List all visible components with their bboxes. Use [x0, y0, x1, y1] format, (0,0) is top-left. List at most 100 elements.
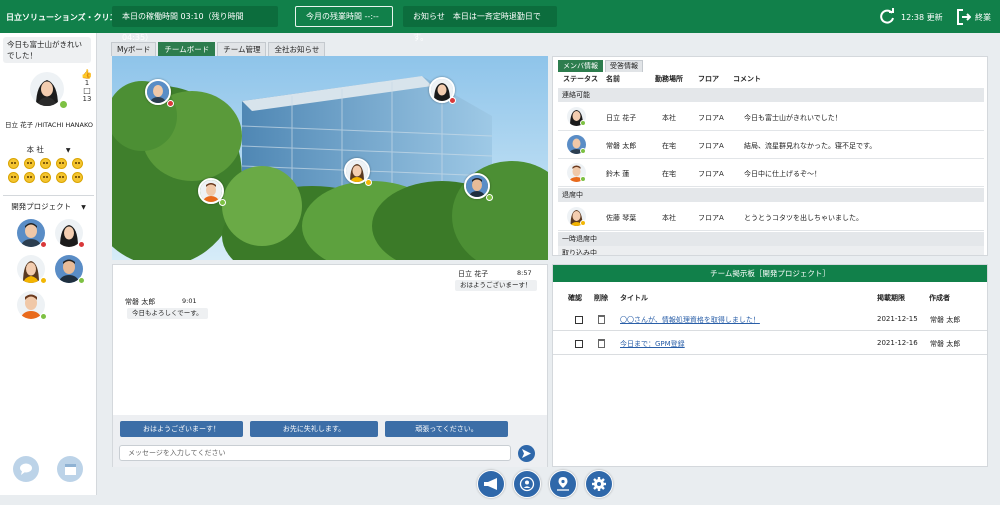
- refresh-button[interactable]: 12:38 更新: [878, 8, 943, 26]
- member-comment: とうとうコタツを出しちゃいました。: [744, 214, 863, 222]
- end-work-button[interactable]: 終業: [957, 8, 991, 26]
- tab-response-info[interactable]: 受答情報: [605, 60, 643, 72]
- member-avatar[interactable]: [55, 219, 85, 249]
- temp-away-status-indicator: [580, 220, 586, 226]
- office-section-header[interactable]: 本 社 ▼: [0, 144, 97, 155]
- trash-icon[interactable]: [598, 339, 605, 348]
- member-floor: フロアA: [698, 214, 724, 222]
- emoji-icon[interactable]: [56, 172, 67, 183]
- tab-team-board[interactable]: チームボード: [158, 42, 216, 56]
- member-comment: 今日も富士山がきれいでした！: [744, 114, 842, 122]
- header-name[interactable]: 名前: [606, 74, 620, 84]
- emoji-icon[interactable]: [72, 158, 83, 169]
- man-portrait-icon: [466, 175, 488, 197]
- member-location: 在宅: [662, 142, 676, 150]
- trash-icon[interactable]: [598, 315, 605, 324]
- tab-company-news[interactable]: 全社お知らせ: [268, 42, 326, 56]
- project-section-label: 開発プロジェクト: [11, 202, 72, 211]
- header-location[interactable]: 勤務場所: [655, 74, 683, 84]
- emoji-icon[interactable]: [72, 172, 83, 183]
- chat-button[interactable]: [13, 456, 39, 482]
- header-status[interactable]: ステータス: [563, 74, 598, 84]
- message-time: 9:01: [182, 297, 197, 305]
- tab-my-board[interactable]: Myボード: [111, 42, 157, 56]
- header-title: タイトル: [620, 294, 648, 302]
- available-status-indicator: [78, 277, 85, 284]
- exit-icon: [957, 9, 971, 25]
- sidebar: 今日も富士山がきれいでした！ 👍 1 □ 13 日立 花子 /HITACHI H…: [0, 33, 97, 495]
- schedule-button[interactable]: [57, 456, 83, 482]
- emoji-icon[interactable]: [24, 172, 35, 183]
- location-button[interactable]: [549, 470, 577, 498]
- group-busy: 取り込み中: [558, 246, 984, 255]
- emoji-icon[interactable]: [8, 158, 19, 169]
- comment-icon[interactable]: □: [80, 87, 94, 95]
- header-comment[interactable]: コメント: [733, 74, 761, 84]
- member-row[interactable]: 日立 花子 本社 フロアA 今日も富士山がきれいでした！: [558, 103, 984, 131]
- message-bubble: 今日もよろしくでーす。: [127, 308, 208, 319]
- emoji-palette: [8, 158, 88, 183]
- location-pin-icon: [557, 477, 569, 491]
- available-status-indicator: [580, 120, 586, 126]
- busy-status-indicator: [40, 241, 47, 248]
- team-board-canvas[interactable]: [112, 56, 548, 260]
- member-tabs: メンバ情報 受答情報: [558, 60, 643, 72]
- my-name: 日立 花子 /HITACHI HANAKO: [5, 121, 94, 129]
- quick-reply-button[interactable]: おはようございまーす！: [120, 421, 243, 437]
- post-author: 常磐 太郎: [930, 316, 961, 324]
- member-name: 常磐 太郎: [606, 142, 637, 150]
- member-table-header: ステータス 名前 勤務場所 フロア コメント: [558, 74, 984, 86]
- board-post-row: 今日まで：GPM登録 2021-12-16 常磐 太郎: [553, 333, 987, 355]
- quick-reply-button[interactable]: 頑張ってください。: [385, 421, 508, 437]
- confirm-checkbox[interactable]: [575, 340, 583, 348]
- header-floor[interactable]: フロア: [698, 74, 719, 84]
- woman-portrait-icon: [346, 160, 368, 182]
- quick-reply-button[interactable]: お先に失礼します。: [250, 421, 378, 437]
- chevron-down-icon: ▼: [65, 147, 71, 154]
- member-row[interactable]: 常磐 太郎 在宅 フロアA 結局、流星群見れなかった。寝不足です。: [558, 131, 984, 159]
- office-section-label: 本 社: [26, 145, 44, 154]
- send-button[interactable]: [518, 445, 535, 462]
- member-comment: 今日中に仕上げるぞ～！: [744, 170, 821, 178]
- member-avatar[interactable]: [17, 255, 47, 285]
- member-location: 本社: [662, 214, 676, 222]
- man-portrait-icon: [200, 180, 222, 202]
- emoji-icon[interactable]: [8, 172, 19, 183]
- post-title-link[interactable]: 今日まで：GPM登録: [620, 339, 685, 349]
- member-avatar[interactable]: [17, 219, 47, 249]
- send-icon: [522, 449, 531, 458]
- message-bubble: おはようございまーす！: [455, 280, 537, 291]
- member-floor: フロアA: [698, 142, 724, 150]
- refresh-icon: [880, 8, 894, 24]
- settings-button[interactable]: [585, 470, 613, 498]
- header-check: 確認: [568, 294, 582, 302]
- project-section-header[interactable]: 開発プロジェクト ▼: [0, 201, 97, 212]
- emoji-icon[interactable]: [40, 172, 51, 183]
- message-sender: 常磐 太郎: [125, 298, 156, 306]
- member-row[interactable]: 鈴木 蓮 在宅 フロアA 今日中に仕上げるぞ～！: [558, 159, 984, 187]
- member-row[interactable]: 佐藤 琴葉 本社 フロアA とうとうコタツを出しちゃいました。: [558, 203, 984, 231]
- overtime-button[interactable]: 今月の残業時間 --:--: [295, 6, 393, 27]
- emoji-icon[interactable]: [56, 158, 67, 169]
- member-name: 鈴木 蓮: [606, 170, 630, 178]
- comment-count: 13: [82, 95, 92, 103]
- status-message[interactable]: 今日も富士山がきれいでした！: [3, 37, 91, 63]
- man-portrait-icon: [147, 81, 169, 103]
- megaphone-button[interactable]: [477, 470, 505, 498]
- member-avatar[interactable]: [17, 291, 47, 321]
- thumbs-up-icon[interactable]: 👍: [80, 71, 94, 80]
- tab-member-info[interactable]: メンバ情報: [558, 60, 603, 72]
- tab-team-management[interactable]: チーム管理: [217, 42, 267, 56]
- temp-away-status-indicator: [365, 179, 372, 186]
- post-title-link[interactable]: 〇〇さんが、情報処理資格を取得しました！: [620, 315, 760, 325]
- busy-status-indicator: [449, 97, 456, 104]
- notice-banner[interactable]: お知らせ 本日は一斉定時退勤日です。: [403, 6, 557, 42]
- group-available: 連絡可能: [558, 88, 984, 102]
- message-input[interactable]: メッセージを入力してください: [119, 445, 511, 461]
- confirm-checkbox[interactable]: [575, 316, 583, 324]
- emoji-icon[interactable]: [40, 158, 51, 169]
- top-bar: 日立ソリューションズ・クリエイト 本日の稼働時間 03:10（残り時間 04:3…: [0, 0, 1000, 42]
- member-status-button[interactable]: [513, 470, 541, 498]
- emoji-icon[interactable]: [24, 158, 35, 169]
- member-avatar[interactable]: [55, 255, 85, 285]
